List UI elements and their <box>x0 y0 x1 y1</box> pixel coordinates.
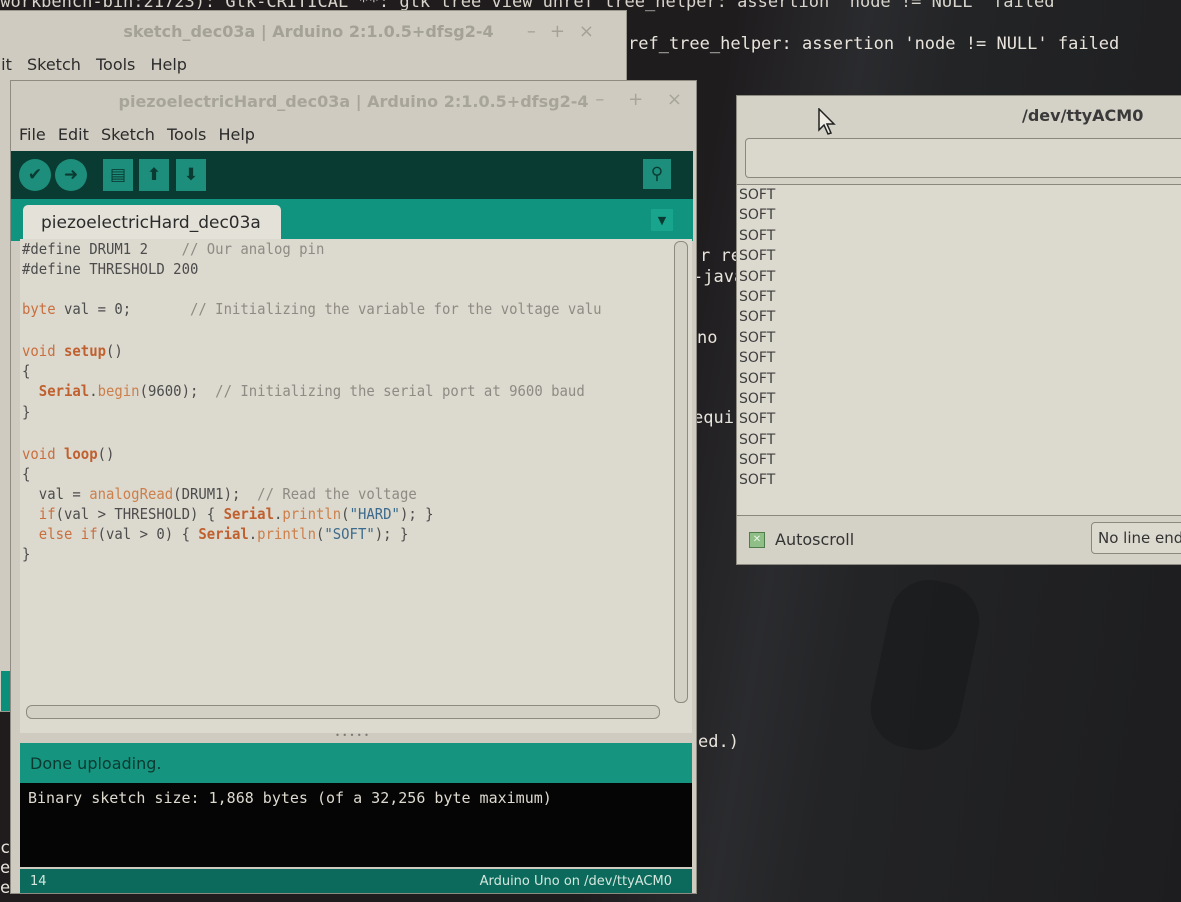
arrow-up-icon: ⬆ <box>146 165 162 185</box>
minimize-button[interactable]: – <box>527 21 550 42</box>
verify-button[interactable]: ✔ <box>19 159 51 191</box>
code-line: #define THRESHOLD 200 <box>22 260 199 278</box>
menu-help[interactable]: Help <box>150 55 186 74</box>
status-message: Done uploading. <box>20 743 692 783</box>
horizontal-scrollbar[interactable] <box>26 705 660 719</box>
serial-output-line: SOFT <box>739 431 776 448</box>
toolbar: ✔ ➜ ▤ ⬆ ⬇ ⚲ <box>11 151 693 199</box>
serial-output-line: SOFT <box>739 248 776 265</box>
line-number: 14 <box>30 873 47 889</box>
autoscroll-checkbox[interactable]: ✕ <box>749 532 765 548</box>
serial-bottom-bar: ✕ Autoscroll No line ending <box>737 516 1181 564</box>
terminal-line: no <box>697 328 718 348</box>
background-shadow <box>863 572 987 758</box>
close-button[interactable]: × <box>579 21 608 42</box>
serial-output-line: SOFT <box>739 370 776 387</box>
console-output: Binary sketch size: 1,868 bytes (of a 32… <box>20 783 692 867</box>
serial-output-line: SOFT <box>739 227 776 244</box>
close-button[interactable]: × <box>667 89 682 110</box>
serial-output-line: SOFT <box>739 288 776 305</box>
serial-output-line: SOFT <box>739 452 776 469</box>
serial-output-line: SOFT <box>739 411 776 428</box>
menu-bar: File Edit Sketch Tools Help <box>19 125 262 144</box>
autoscroll-label: Autoscroll <box>775 530 855 549</box>
line-ending-select[interactable]: No line ending <box>1091 522 1181 554</box>
serial-output-line: SOFT <box>739 309 776 326</box>
checkmark-icon: ✔ <box>27 165 43 185</box>
serial-output: SOFT SOFT SOFT SOFT SOFT SOFT SOFT SOFT SOFT SOFT… <box>737 184 1181 516</box>
menu-help[interactable]: Help <box>218 125 254 144</box>
mouse-cursor-icon <box>818 108 836 135</box>
menu-tools[interactable]: Tools <box>96 55 135 74</box>
menu-sketch[interactable]: Sketch <box>101 125 155 144</box>
code-line: val = analogRead(DRUM1); // Read the vol… <box>22 485 417 503</box>
tab-menu-button[interactable]: ▼ <box>651 209 673 231</box>
menu-edit[interactable]: dit <box>0 55 12 74</box>
triangle-down-icon: ▼ <box>657 213 667 227</box>
terminal-line: ref_tree_helper: assertion 'node != NULL… <box>628 34 1120 54</box>
serial-output-line: SOFT <box>739 350 776 367</box>
serial-output-line: SOFT <box>739 207 776 224</box>
upload-button[interactable]: ➜ <box>55 159 87 191</box>
serial-output-line: SOFT <box>739 187 776 203</box>
serial-output-line: SOFT <box>739 390 776 407</box>
window-title[interactable]: /dev/ttyACM0 <box>737 96 1181 134</box>
footer-bar: 14 Arduino Uno on /dev/ttyACM0 <box>20 869 692 893</box>
menu-bar: dit Sketch Tools Help <box>0 55 197 74</box>
tab-bar: piezoelectricHard_dec03a ▼ <box>11 199 693 241</box>
code-line: void loop() <box>22 445 115 463</box>
code-line: { <box>22 362 31 380</box>
window-controls: –+× <box>527 21 608 42</box>
serial-output-line: SOFT <box>739 472 776 489</box>
code-editor[interactable]: #define DRUM1 2 // Our analog pin #defin… <box>20 239 692 733</box>
pane-splitter[interactable]: • • • • • <box>11 732 693 743</box>
code-line: void setup() <box>22 342 123 360</box>
menu-tools[interactable]: Tools <box>167 125 206 144</box>
magnifier-icon: ⚲ <box>650 164 664 184</box>
open-button[interactable]: ⬆ <box>139 159 169 191</box>
board-info: Arduino Uno on /dev/ttyACM0 <box>479 873 672 889</box>
maximize-button[interactable]: + <box>550 21 579 42</box>
minimize-button[interactable]: – <box>595 89 604 110</box>
new-button[interactable]: ▤ <box>103 159 133 191</box>
code-line: } <box>22 403 31 421</box>
code-line: { <box>22 465 31 483</box>
arrow-right-icon: ➜ <box>63 165 79 185</box>
new-file-icon: ▤ <box>109 165 127 185</box>
terminal-line: r re <box>700 246 741 266</box>
serial-output-line: SOFT <box>739 329 776 346</box>
menu-edit[interactable]: Edit <box>58 125 89 144</box>
code-line: } <box>22 545 31 563</box>
tab-piezoelectric-hard[interactable]: piezoelectricHard_dec03a <box>23 205 281 241</box>
serial-send-input[interactable] <box>745 138 1181 178</box>
arduino-window-main[interactable]: piezoelectricHard_dec03a | Arduino 2:1.0… <box>10 80 697 894</box>
serial-monitor-window[interactable]: /dev/ttyACM0 SOFT SOFT SOFT SOFT SOFT SOFT SOF… <box>736 95 1181 565</box>
serial-output-line: SOFT <box>739 268 776 285</box>
serial-monitor-button[interactable]: ⚲ <box>643 159 671 189</box>
terminal-line: ed.) <box>698 732 739 752</box>
menu-file[interactable]: File <box>19 125 46 144</box>
terminal-line: equi <box>693 408 734 428</box>
code-line: Serial.begin(9600); // Initializing the … <box>38 382 585 400</box>
vertical-scrollbar[interactable] <box>674 241 688 703</box>
maximize-button[interactable]: + <box>628 89 643 110</box>
menu-sketch[interactable]: Sketch <box>27 55 81 74</box>
code-line: byte val = 0; // Initializing the variab… <box>22 300 602 318</box>
code-line: if(val > THRESHOLD) { Serial.println("HA… <box>38 505 434 523</box>
code-line: #define DRUM1 2 // Our analog pin <box>22 240 325 258</box>
code-line: else if(val > 0) { Serial.println("SOFT"… <box>38 525 409 543</box>
save-button[interactable]: ⬇ <box>176 159 206 191</box>
arrow-down-icon: ⬇ <box>183 165 199 185</box>
window-controls: – + × <box>577 89 682 110</box>
